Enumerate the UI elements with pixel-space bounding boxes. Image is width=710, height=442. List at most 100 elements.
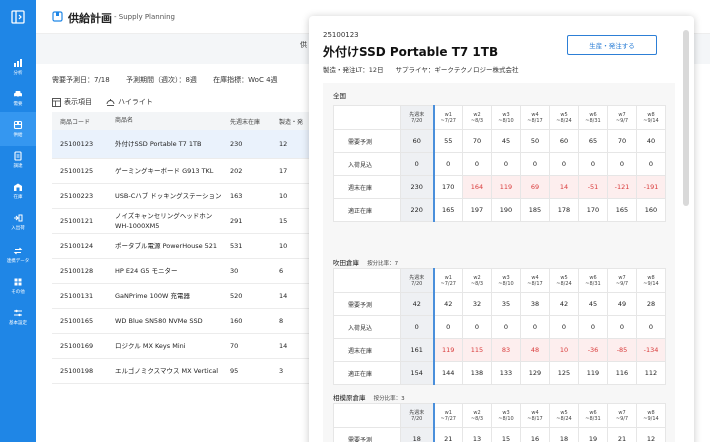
row-label: 需要予測 (333, 427, 401, 442)
mfg-lead-time: 10 (279, 192, 288, 200)
week-range: ~8/3 (470, 415, 484, 422)
week-range: ~8/3 (470, 117, 484, 124)
value-cell: 220 (400, 198, 435, 222)
value-cell: 190 (491, 198, 521, 222)
value-cell: 45 (578, 292, 608, 316)
sidebar-item-analysis[interactable]: 分析 (0, 50, 36, 84)
column-header[interactable]: 商品コード (52, 117, 109, 126)
produce-order-button[interactable]: 生産・発注する (567, 35, 657, 55)
product-code: 25100169 (60, 342, 94, 350)
value-cell: 0 (549, 152, 579, 176)
value-cell: 55 (433, 129, 463, 153)
modal-meta: 製造・発注LT：12日 サプライヤ：ギークテクノロジー株式会社 (323, 64, 528, 74)
week-range: 7/20 (411, 415, 423, 422)
week-range: ~7/27 (440, 415, 456, 422)
plan-info: 需要予測日：7/18 予測期間（週次）：8週 在庫指標：WoC 4週 (52, 75, 292, 85)
sidebar-item-settings[interactable]: 基本設定 (0, 300, 36, 334)
week-range: ~8/17 (527, 280, 543, 287)
week-header-cell: w5 ~8/24 (549, 105, 579, 130)
section-name: 吹田倉庫 (333, 259, 359, 267)
value-cell: 0 (578, 152, 608, 176)
value-cell: 164 (462, 175, 492, 199)
value-cell: 19 (578, 427, 608, 442)
mfg-lead-time: 10 (279, 242, 288, 250)
modal-scrollbar[interactable] (683, 30, 689, 206)
product-name: ゲーミングキーボード G913 TKL (115, 167, 214, 175)
settings-icon (14, 309, 22, 317)
column-header[interactable]: 先週末在庫 (224, 117, 274, 126)
table-row[interactable]: 25100165 WD Blue SN580 NVMe SSD 160 8 (52, 309, 310, 334)
week-header-cell: 先週末 7/20 (400, 268, 435, 293)
last-week-stock: 520 (230, 292, 243, 300)
last-week-stock: 30 (230, 267, 239, 275)
stock-index: 在庫指標：WoC 4週 (213, 76, 278, 84)
sidebar-item-procurement[interactable]: 調達 (0, 143, 36, 177)
highlight-button[interactable]: ハイライト (106, 97, 153, 107)
sidebar-item-label: 在庫 (13, 195, 23, 200)
value-cell: 0 (636, 152, 666, 176)
allocation-ratio: 按分比率：3 (373, 396, 405, 402)
product-name: ロジクル MX Keys Mini (115, 342, 186, 350)
last-week-stock: 531 (230, 242, 243, 250)
last-week-stock: 160 (230, 317, 243, 325)
allocation-ratio: 按分比率：7 (367, 261, 399, 267)
corner-cell (333, 105, 401, 130)
value-cell: 21 (607, 427, 637, 442)
week-range: ~8/17 (527, 117, 543, 124)
table-row[interactable]: 25100121 ノイズキャンセリングヘッドホン WH-1000XM5 291 … (52, 209, 310, 234)
tab-label[interactable]: 供 (300, 40, 307, 50)
week-range: ~8/24 (556, 415, 572, 422)
modal-title: 外付けSSD Portable T7 1TB (323, 45, 499, 59)
week-range: ~9/7 (615, 117, 629, 124)
table-row[interactable]: 25100169 ロジクル MX Keys Mini 70 14 (52, 334, 310, 359)
week-range: 7/20 (411, 117, 423, 124)
sidebar-item-demand[interactable]: 需要 (0, 81, 36, 115)
value-cell: 70 (462, 129, 492, 153)
sidebar-item-inventory[interactable]: 在庫 (0, 174, 36, 208)
table-row[interactable]: 25100223 USB-Cハブ ドッキングステーション 163 10 (52, 184, 310, 209)
value-cell: 144 (433, 361, 463, 385)
sidebar-item-shipping[interactable]: 入出荷 (0, 205, 36, 239)
table-row[interactable]: 25100125 ゲーミングキーボード G913 TKL 202 17 (52, 159, 310, 184)
last-week-stock: 163 (230, 192, 243, 200)
product-code: 25100128 (60, 267, 94, 275)
value-cell: 13 (462, 427, 492, 442)
box-icon (13, 120, 23, 130)
value-cell: 60 (549, 129, 579, 153)
table-row[interactable]: 25100198 エルゴノミクスマウス MX Vertical 95 3 (52, 359, 310, 384)
week-range: ~9/7 (615, 415, 629, 422)
value-cell: 0 (400, 315, 435, 339)
table-row[interactable]: 25100131 GaNPrime 100W 充電器 520 14 (52, 284, 310, 309)
week-header-cell: w8 ~9/14 (636, 268, 666, 293)
week-header-cell: w3 ~8/10 (491, 105, 521, 130)
table-row[interactable]: 25100124 ポータブル電源 PowerHouse 521 531 10 (52, 234, 310, 259)
product-name: ポータブル電源 PowerHouse 521 (115, 242, 218, 250)
value-cell: 154 (400, 361, 435, 385)
value-cell: 170 (578, 198, 608, 222)
sidebar-item-linked-data[interactable]: 連携データ (0, 238, 36, 272)
sidebar-toggle-icon[interactable] (11, 10, 25, 24)
value-cell: 65 (578, 129, 608, 153)
display-items-button[interactable]: 表示項目 (52, 97, 92, 107)
sidebar-item-other[interactable]: その他 (0, 269, 36, 303)
product-detail-modal: 25100123 外付けSSD Portable T7 1TB 製造・発注LT：… (309, 16, 694, 442)
table-row: 適正在庫 154 144 138 133 129 125 119 116 112 (333, 361, 666, 385)
corner-cell (333, 403, 401, 428)
grid-icon (14, 278, 22, 286)
sidebar-item-supply[interactable]: 供給 (0, 112, 36, 146)
row-label: 需要予測 (333, 292, 401, 316)
table-row[interactable]: 25100123 外付けSSD Portable T7 1TB 230 12 (52, 130, 310, 159)
week-header-cell: w6 ~8/31 (578, 268, 608, 293)
week-range: ~8/31 (585, 280, 601, 287)
value-cell: 119 (433, 338, 463, 362)
column-header[interactable]: 製造・発 (274, 117, 310, 126)
value-cell: 35 (491, 292, 521, 316)
table-row: 需要予測 60 55 70 45 50 60 65 70 40 (333, 129, 666, 153)
mfg-lead-time: 14 (279, 342, 288, 350)
value-cell: 14 (549, 175, 579, 199)
table-row: 入荷見込 0 0 0 0 0 0 0 0 0 (333, 315, 666, 339)
table-row[interactable]: 25100128 HP E24 G5 モニター 30 6 (52, 259, 310, 284)
value-cell: 0 (607, 315, 637, 339)
value-cell: 40 (636, 129, 666, 153)
column-header[interactable]: 商品名 (109, 116, 224, 126)
